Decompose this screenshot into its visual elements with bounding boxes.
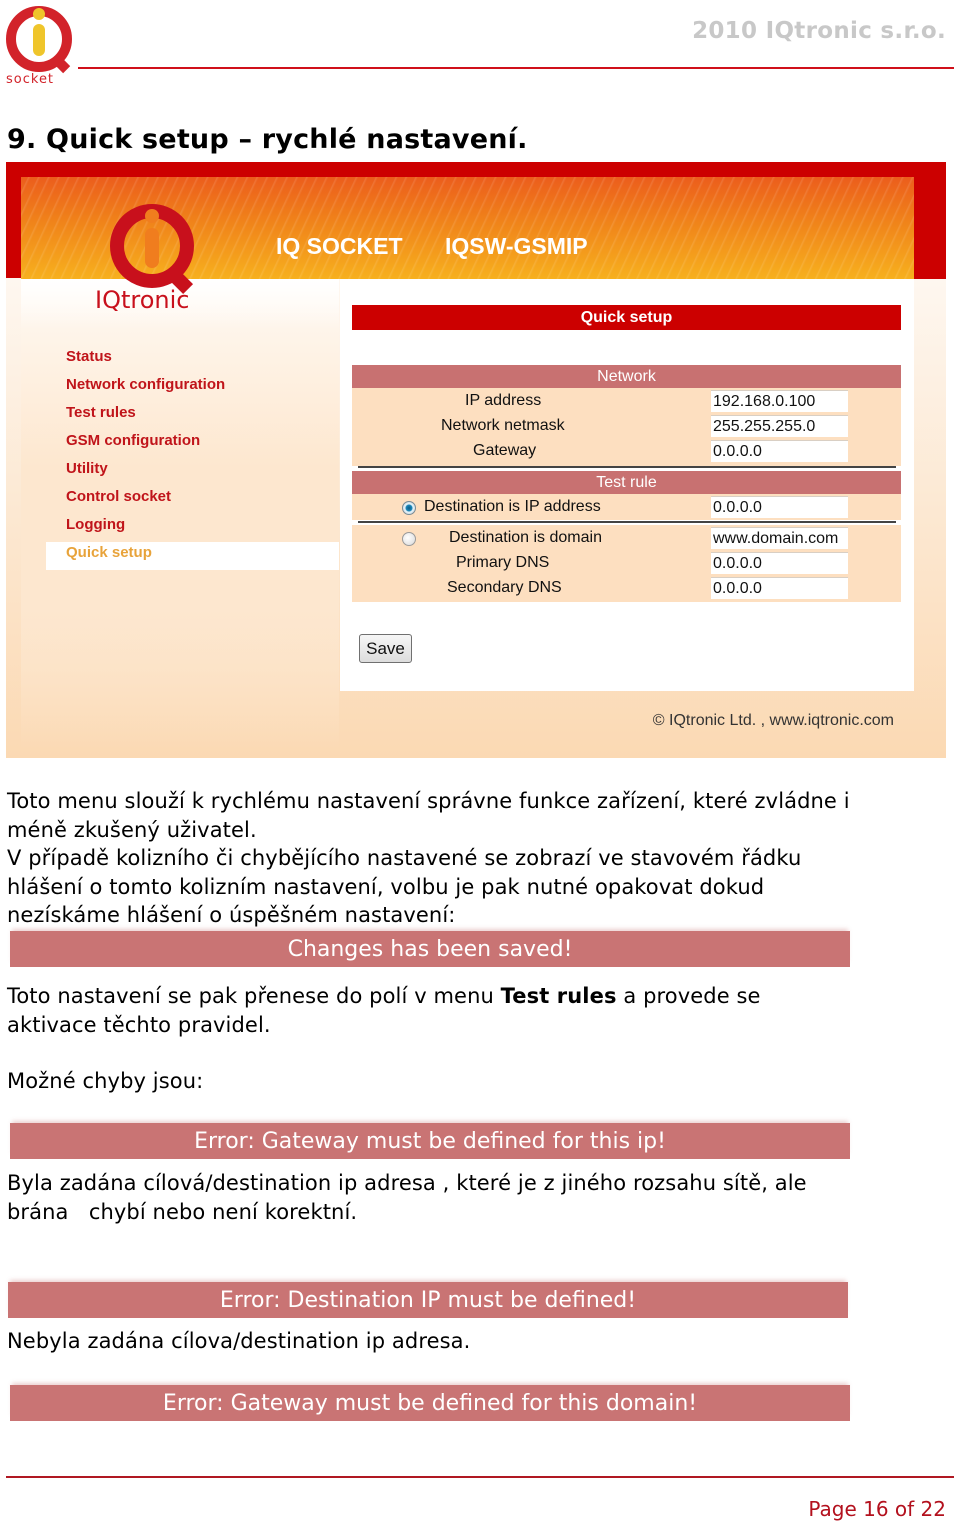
company-name: 2010 IQtronic s.r.o. xyxy=(692,18,946,44)
dest-domain-label: Destination is domain xyxy=(449,529,602,546)
dest-domain-band: Destination is domain Primary DNS Second… xyxy=(352,525,901,602)
primary-dns-label: Primary DNS xyxy=(456,554,550,571)
test-rules-paragraph: Toto nastavení se pak přenese do polí v … xyxy=(7,982,761,1039)
footer-divider xyxy=(6,1476,954,1478)
text-line: Toto nastavení se pak přenese do polí v … xyxy=(7,982,761,1011)
error-gateway-ip-description: Byla zadána cílová/destination ip adresa… xyxy=(7,1169,807,1226)
ip-address-label: IP address xyxy=(465,392,542,409)
text-line: nezískáme hlášení o úspěšném nastavení: xyxy=(7,903,456,927)
banner-frame-right xyxy=(914,177,946,279)
sidebar-item-logging[interactable]: Logging xyxy=(46,514,339,542)
sidebar-item-quick-setup[interactable]: Quick setup xyxy=(46,542,339,570)
sidebar-item-network-configuration[interactable]: Network configuration xyxy=(46,374,339,402)
sidebar-menu: Status Network configuration Test rules … xyxy=(46,346,339,570)
text-line: Byla zadána cílová/destination ip adresa… xyxy=(7,1171,807,1195)
errors-heading: Možné chyby jsou: xyxy=(7,1069,204,1093)
network-divider xyxy=(358,466,896,468)
network-form: IP address Network netmask Gateway xyxy=(352,388,901,466)
dest-domain-input[interactable] xyxy=(711,527,848,549)
error-destination-ip-description: Nebyla zadána cílova/destination ip adre… xyxy=(7,1329,471,1353)
web-ui-screenshot: IQ SOCKET IQSW-GSMIP IQtronic Status Net… xyxy=(6,162,946,758)
save-button[interactable]: Save xyxy=(359,634,412,663)
text-span: a provede se xyxy=(616,984,761,1008)
banner-product: IQ SOCKET xyxy=(276,233,403,259)
primary-dns-input[interactable] xyxy=(711,552,848,574)
iqsocket-logo: socket xyxy=(4,4,76,87)
sidebar-item-gsm-configuration[interactable]: GSM configuration xyxy=(46,430,339,458)
sidebar-item-status[interactable]: Status xyxy=(46,346,339,374)
text-line: aktivace těchto pravidel. xyxy=(7,1012,271,1037)
success-message-bar: Changes has been saved! xyxy=(10,931,850,967)
dest-domain-radio[interactable] xyxy=(402,532,416,546)
error-gateway-ip-bar: Error: Gateway must be defined for this … xyxy=(10,1123,850,1159)
sidebar-item-control-socket[interactable]: Control socket xyxy=(46,486,339,514)
svg-text:IQtronic: IQtronic xyxy=(95,286,189,314)
gateway-input[interactable] xyxy=(711,440,848,462)
ip-address-row: IP address xyxy=(352,389,901,413)
iqtronic-logo: IQtronic xyxy=(94,202,214,317)
text-line: méně zkušený uživatel. xyxy=(7,817,257,842)
netmask-input[interactable] xyxy=(711,415,848,437)
intro-paragraph: Toto menu slouží k rychlému nastavení sp… xyxy=(7,787,850,930)
netmask-label: Network netmask xyxy=(441,417,565,434)
dest-ip-label: Destination is IP address xyxy=(424,498,601,515)
test-rule-divider xyxy=(358,521,896,523)
network-section-header: Network xyxy=(352,365,901,388)
dest-domain-row: Destination is domain xyxy=(352,526,901,550)
ip-address-input[interactable] xyxy=(711,390,848,412)
secondary-dns-row: Secondary DNS xyxy=(352,576,901,600)
primary-dns-row: Primary DNS xyxy=(352,551,901,575)
text-line: Toto menu slouží k rychlému nastavení sp… xyxy=(7,789,850,813)
dest-ip-row: Destination is IP address xyxy=(352,495,901,519)
text-line: V případě kolizního či chybějícího nasta… xyxy=(7,846,802,870)
secondary-dns-label: Secondary DNS xyxy=(447,579,562,596)
banner-model: IQSW-GSMIP xyxy=(445,233,588,259)
secondary-dns-input[interactable] xyxy=(711,577,848,599)
gateway-label: Gateway xyxy=(473,442,537,459)
dest-ip-radio[interactable] xyxy=(402,501,416,515)
test-rules-bold: Test rules xyxy=(500,984,617,1008)
error-gateway-domain-bar: Error: Gateway must be defined for this … xyxy=(10,1385,850,1421)
text-line: brána chybí nebo není korektní. xyxy=(7,1199,358,1224)
svg-text:socket: socket xyxy=(6,72,54,86)
sidebar-item-test-rules[interactable]: Test rules xyxy=(46,402,339,430)
section-title: 9. Quick setup – rychlé nastavení. xyxy=(7,124,528,155)
test-rule-section-header: Test rule xyxy=(352,471,901,494)
dest-ip-band: Destination is IP address xyxy=(352,494,901,520)
error-destination-ip-bar: Error: Destination IP must be defined! xyxy=(8,1282,848,1318)
dest-ip-input[interactable] xyxy=(711,496,848,518)
gateway-row: Gateway xyxy=(352,439,901,463)
sidebar-item-utility[interactable]: Utility xyxy=(46,458,339,486)
text-line: hlášení o tomto kolizním nastavení, volb… xyxy=(7,874,765,899)
text-span: Toto nastavení se pak přenese do polí v … xyxy=(7,984,501,1008)
quick-setup-header: Quick setup xyxy=(352,305,901,330)
page-number: Page 16 of 22 xyxy=(808,1497,946,1521)
netmask-row: Network netmask xyxy=(352,414,901,438)
header-divider xyxy=(78,67,954,69)
copyright-text: © IQtronic Ltd. , www.iqtronic.com xyxy=(652,712,894,729)
